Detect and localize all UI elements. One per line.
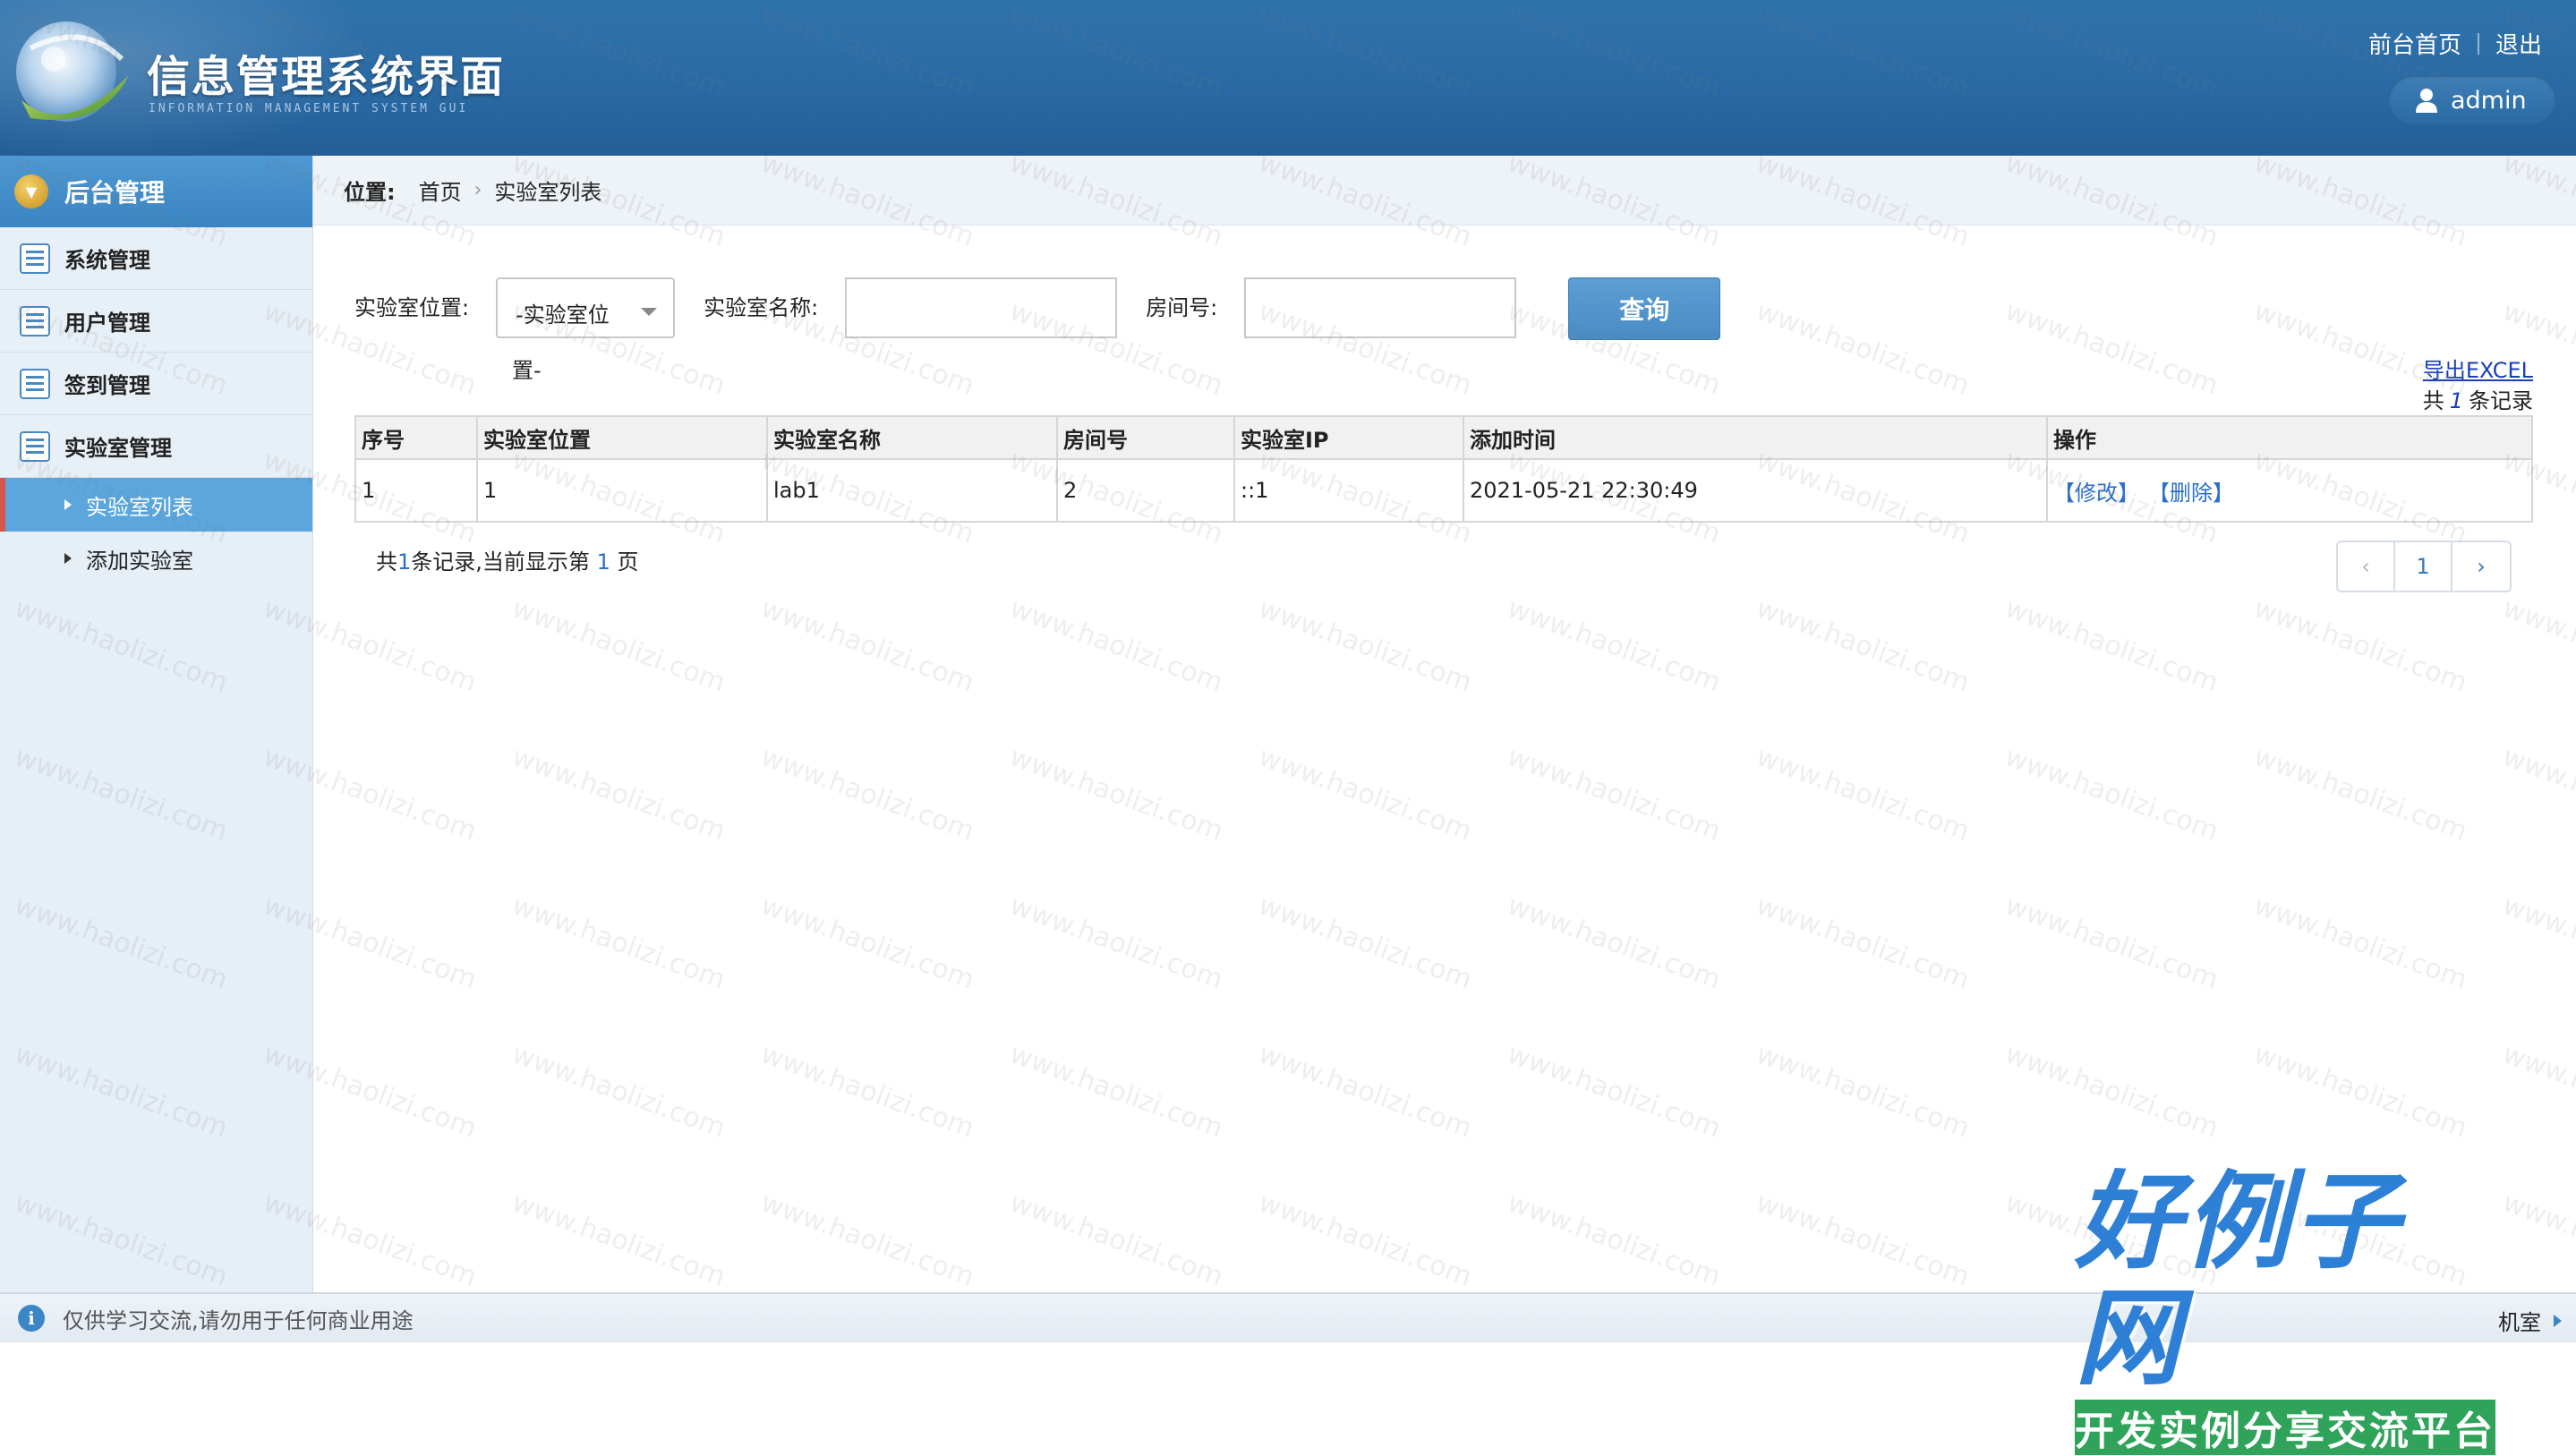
total-count: 1 — [2449, 388, 2463, 413]
sidebar-subitem-lab-list[interactable]: 实验室列表 — [0, 478, 312, 532]
table-header-row: 序号 实验室位置 实验室名称 房间号 实验室IP 添加时间 操作 — [354, 415, 2533, 460]
col-header: 实验室名称 — [766, 415, 1058, 460]
edit-link[interactable]: 【修改】 — [2053, 481, 2139, 506]
cell-location: 1 — [476, 458, 768, 523]
pager-count: 1 — [397, 549, 412, 575]
sidebar-item-labs[interactable]: 实验室管理 — [0, 415, 312, 478]
lab-name-input[interactable] — [845, 277, 1118, 338]
table-row: 1 1 lab1 2 ::1 2021-05-21 22:30:49 【修改】【… — [354, 458, 2533, 523]
footer-notice: 仅供学习交流,请勿用于任何商业用途 — [63, 1307, 414, 1333]
sidebar-item-checkin[interactable]: 签到管理 — [0, 353, 312, 415]
query-button[interactable]: 查询 — [1568, 277, 1721, 340]
sidebar: ▼ 后台管理 系统管理 用户管理 签到管理 实验室管理 实验室列表 添加实验室 — [0, 156, 313, 1292]
frontpage-link[interactable]: 前台首页 — [2368, 27, 2461, 60]
caret-right-icon — [2554, 1314, 2562, 1327]
sidebar-subitem-add-lab[interactable]: 添加实验室 — [0, 532, 312, 585]
location-select-value: -实验室位 — [516, 302, 610, 328]
export-excel-link[interactable]: 导出EXCEL — [2423, 353, 2533, 384]
chevron-down-icon: ▼ — [14, 175, 48, 209]
user-badge[interactable]: admin — [2388, 75, 2556, 125]
sidebar-subitem-label: 实验室列表 — [86, 494, 193, 520]
room-number-input[interactable] — [1244, 277, 1517, 338]
sidebar-item-system[interactable]: 系统管理 — [0, 227, 312, 290]
globe-logo-icon — [16, 21, 129, 122]
sidebar-heading[interactable]: ▼ 后台管理 — [0, 156, 312, 227]
sidebar-item-label: 系统管理 — [64, 248, 150, 273]
pager-suffix: 页 — [617, 549, 639, 575]
cell-no: 1 — [354, 458, 478, 523]
cell-ip: ::1 — [1233, 458, 1464, 523]
sidebar-item-label: 签到管理 — [64, 373, 150, 398]
chevron-right-icon: › — [473, 179, 482, 201]
sidebar-item-label: 实验室管理 — [64, 436, 172, 461]
username: admin — [2451, 86, 2527, 115]
col-header: 操作 — [2046, 415, 2533, 460]
brand-watermark-main: 好例子网 — [2075, 1159, 2403, 1400]
app-title: 信息管理系统界面 — [147, 52, 506, 102]
link-divider — [2477, 32, 2479, 55]
location-select[interactable]: -实验室位 — [496, 277, 676, 338]
top-links: 前台首页 退出 — [2368, 27, 2542, 60]
pager-prefix: 共 — [376, 549, 397, 575]
list-icon — [20, 430, 50, 462]
cell-room: 2 — [1056, 458, 1235, 523]
pager-mid: 条记录,当前显示第 — [411, 549, 590, 575]
total-suffix: 条记录 — [2469, 388, 2533, 413]
location-select-overflow: 置- — [512, 358, 542, 383]
room-label: 房间号: — [1146, 295, 1218, 320]
sidebar-item-users[interactable]: 用户管理 — [0, 290, 312, 353]
name-label: 实验室名称: — [704, 295, 819, 320]
cell-added: 2021-05-21 22:30:49 — [1463, 458, 2048, 523]
location-label: 实验室位置: — [354, 295, 470, 320]
caret-right-icon — [64, 553, 72, 564]
dropdown-caret-icon — [641, 308, 658, 316]
brand-watermark-logo: 好例子网 开发实例分享交流平台 — [2075, 1163, 2495, 1455]
main-content: 位置: 首页 › 实验室列表 实验室位置: -实验室位 实验室名称: 房间号: … — [313, 156, 2576, 1292]
logout-link[interactable]: 退出 — [2495, 27, 2542, 60]
top-header: 信息管理系统界面 INFORMATION MANAGEMENT SYSTEM G… — [0, 0, 2576, 156]
caret-right-icon — [64, 499, 72, 510]
total-records: 共 1 条记录 — [2423, 383, 2533, 414]
breadcrumb-label: 位置: — [344, 180, 396, 205]
col-header: 添加时间 — [1463, 415, 2048, 460]
list-icon — [20, 243, 50, 274]
total-prefix: 共 — [2422, 388, 2444, 413]
pagination: ‹ 1 › — [2336, 541, 2512, 592]
col-header: 序号 — [354, 415, 478, 460]
col-header: 实验室位置 — [476, 415, 768, 460]
pager-info: 共1条记录,当前显示第 1 页 — [376, 544, 638, 575]
user-icon — [2416, 89, 2437, 113]
lab-table: 序号 实验室位置 实验室名称 房间号 实验室IP 添加时间 操作 1 1 lab… — [354, 415, 2533, 523]
list-icon — [20, 368, 50, 399]
sidebar-subitem-label: 添加实验室 — [86, 548, 193, 574]
col-header: 实验室IP — [1233, 415, 1464, 460]
page-1-button[interactable]: 1 — [2395, 542, 2452, 591]
breadcrumb-home[interactable]: 首页 — [419, 175, 462, 206]
sidebar-item-label: 用户管理 — [64, 311, 150, 336]
search-form: 实验室位置: -实验室位 实验室名称: 房间号: 查询 — [354, 277, 1721, 340]
cell-name: lab1 — [766, 458, 1058, 523]
brand-watermark-sub: 开发实例分享交流平台 — [2075, 1400, 2495, 1455]
sidebar-heading-label: 后台管理 — [64, 178, 166, 208]
cell-actions: 【修改】 【删除】 — [2046, 458, 2533, 523]
breadcrumb-current: 实验室列表 — [494, 180, 602, 205]
footer-right[interactable]: 机室 — [2498, 1305, 2562, 1336]
pager-page: 1 — [596, 549, 610, 575]
prev-page-button[interactable]: ‹ — [2338, 542, 2395, 591]
next-page-button[interactable]: › — [2452, 542, 2510, 591]
col-header: 房间号 — [1056, 415, 1235, 460]
breadcrumb: 位置: 首页 › 实验室列表 — [313, 156, 2576, 226]
info-icon: i — [18, 1305, 45, 1332]
list-icon — [20, 305, 50, 336]
delete-link[interactable]: 【删除】 — [2159, 481, 2234, 506]
footer-right-label: 机室 — [2498, 1310, 2541, 1335]
app-subtitle: INFORMATION MANAGEMENT SYSTEM GUI — [149, 102, 469, 115]
